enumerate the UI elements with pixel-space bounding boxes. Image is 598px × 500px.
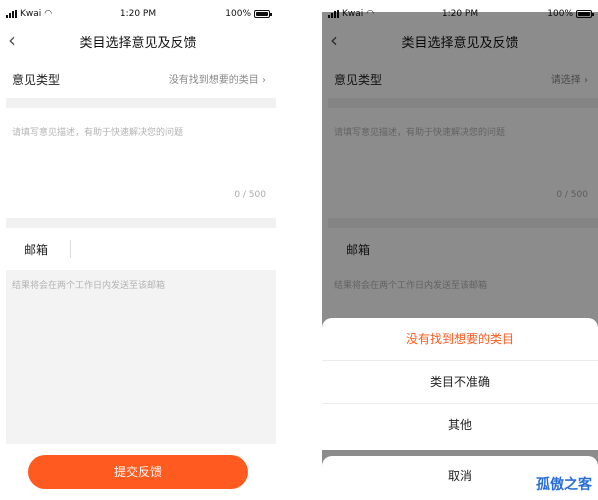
email-row[interactable]: 邮箱 bbox=[0, 232, 276, 266]
section-divider bbox=[6, 218, 276, 228]
feedback-type-row[interactable]: 意见类型 没有找到想要的类目 › bbox=[0, 62, 276, 96]
battery-group: 100% bbox=[225, 9, 272, 19]
email-placeholder: 结果将会在两个工作日内发送至该邮箱 bbox=[12, 281, 166, 291]
feedback-type-value: 没有找到想要的类目 › bbox=[168, 75, 266, 86]
action-option-inaccurate[interactable]: 类目不准确 bbox=[322, 361, 598, 404]
action-option-not-found[interactable]: 没有找到想要的类目 bbox=[322, 318, 598, 361]
watermark-logo: 孤傲之客 bbox=[536, 477, 592, 493]
feedback-type-label: 意见类型 bbox=[12, 73, 61, 87]
feedback-screen-form: Kwai ◠ 1:20 PM 100% ‹ 类目选择意见及反馈 意见类型 没有找… bbox=[0, 0, 276, 500]
submit-feedback-button[interactable]: 提交反馈 bbox=[28, 455, 248, 489]
status-bar: Kwai ◠ 1:20 PM 100% bbox=[0, 8, 276, 22]
email-input[interactable]: 结果将会在两个工作日内发送至该邮箱 bbox=[6, 270, 276, 444]
description-textarea[interactable]: 请填写意见描述，有助于快速解决您的问题 0 / 500 bbox=[6, 110, 276, 218]
feedback-screen-action-sheet: Kwai ◠ 1:20 PM 100% ‹ 类目选择意见及反馈 意见类型 请选择… bbox=[322, 0, 598, 500]
page-title: 类目选择意见及反馈 bbox=[79, 36, 197, 51]
character-counter: 0 / 500 bbox=[234, 190, 266, 200]
action-sheet: 没有找到想要的类目 类目不准确 其他 bbox=[322, 318, 598, 450]
email-label: 邮箱 bbox=[24, 243, 49, 257]
chevron-right-icon: › bbox=[262, 75, 266, 86]
section-divider bbox=[6, 98, 276, 108]
battery-icon bbox=[254, 10, 272, 18]
description-placeholder: 请填写意见描述，有助于快速解决您的问题 bbox=[12, 128, 184, 138]
action-option-other[interactable]: 其他 bbox=[322, 404, 598, 447]
navigation-bar: ‹ 类目选择意见及反馈 bbox=[0, 26, 276, 56]
battery-percent: 100% bbox=[225, 9, 251, 19]
email-divider bbox=[70, 240, 71, 258]
